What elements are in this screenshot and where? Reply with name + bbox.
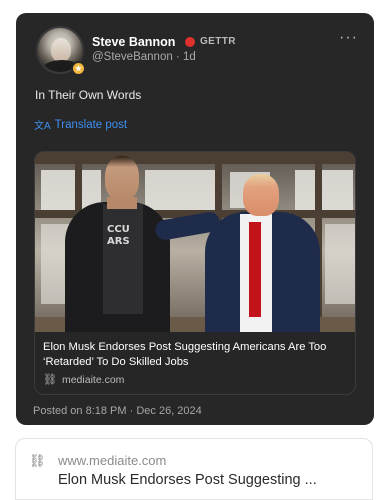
translate-icon: 文A bbox=[34, 121, 51, 132]
link-title[interactable]: Elon Musk Endorses Post Suggesting Ameri… bbox=[43, 340, 349, 370]
platform-label: GETTR bbox=[200, 36, 236, 47]
posted-timestamp: Posted on 8:18 PM · Dec 26, 2024 bbox=[33, 405, 202, 417]
link-icon: ⛓ bbox=[29, 453, 46, 468]
bottom-link-title[interactable]: Elon Musk Endorses Post Suggesting ... bbox=[58, 472, 317, 488]
author-handle[interactable]: @SteveBannon · 1d bbox=[92, 51, 196, 63]
gold-badge-icon: ★ bbox=[71, 61, 86, 76]
author-name[interactable]: Steve Bannon bbox=[92, 35, 175, 49]
bottom-link-domain: www.mediaite.com bbox=[58, 453, 167, 468]
link-icon: ⛓ bbox=[43, 374, 57, 386]
translate-post-link[interactable]: 文A Translate post bbox=[34, 117, 128, 133]
post-card[interactable]: ★ Steve Bannon GETTR @SteveBannon · 1d ·… bbox=[16, 13, 374, 425]
link-domain-label: mediaite.com bbox=[61, 373, 125, 386]
link-domain[interactable]: ⛓ mediaite.com bbox=[43, 373, 125, 387]
more-options-icon[interactable]: ··· bbox=[339, 30, 358, 46]
verified-icon bbox=[185, 37, 195, 47]
link-preview-card[interactable]: CCU ARS Elon Musk Endorses Post Suggesti… bbox=[34, 151, 356, 395]
shirt-text: CCU ARS bbox=[107, 224, 130, 247]
translate-label: Translate post bbox=[54, 118, 128, 131]
post-text: In Their Own Words bbox=[35, 88, 142, 102]
bottom-link-card[interactable]: ⛓ www.mediaite.com Elon Musk Endorses Po… bbox=[15, 438, 373, 500]
avatar[interactable]: ★ bbox=[36, 26, 86, 76]
link-preview-image: CCU ARS bbox=[35, 152, 355, 332]
